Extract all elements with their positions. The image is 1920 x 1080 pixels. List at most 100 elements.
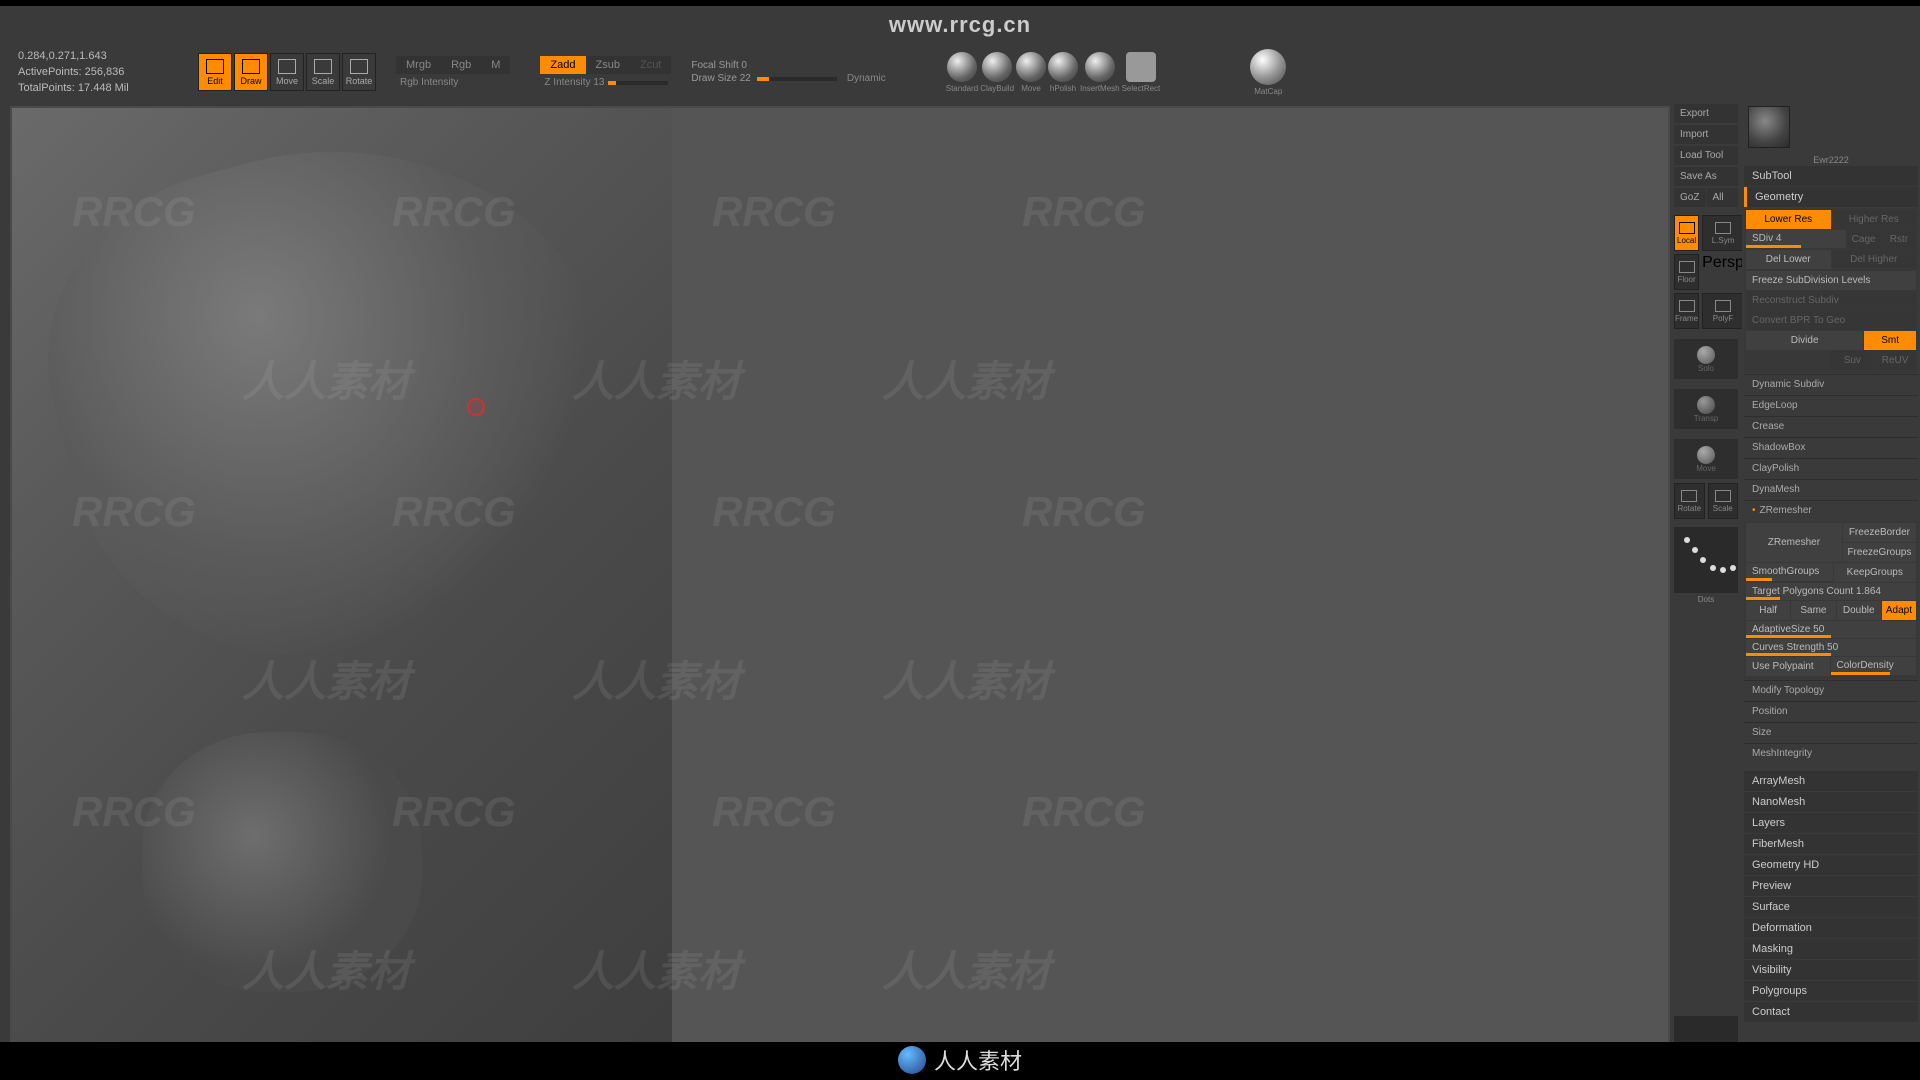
edgeloop-item[interactable]: EdgeLoop xyxy=(1744,395,1918,415)
load-tool-button[interactable]: Load Tool xyxy=(1674,146,1738,165)
size-item[interactable]: Size xyxy=(1744,722,1918,742)
viewport-canvas[interactable]: RRCG RRCG RRCG RRCG 人人素材 人人素材 人人素材 RRCG … xyxy=(10,106,1670,1074)
surface-header[interactable]: Surface xyxy=(1744,897,1918,917)
rotate-nav[interactable]: Rotate xyxy=(1674,483,1705,519)
rotate-mode-button[interactable]: Rotate xyxy=(342,53,376,91)
coords-readout: 0.284,0.271,1.643 xyxy=(18,48,188,64)
brush-claybuild[interactable] xyxy=(982,52,1012,82)
brush-selectrect[interactable] xyxy=(1126,52,1156,82)
smt-button[interactable]: Smt xyxy=(1864,331,1916,350)
move-mode-button[interactable]: Move xyxy=(270,53,304,91)
geometryhd-header[interactable]: Geometry HD xyxy=(1744,855,1918,875)
mrgb-button[interactable]: Mrgb xyxy=(396,56,441,74)
scale-nav[interactable]: Scale xyxy=(1708,483,1739,519)
geometry-header[interactable]: Geometry xyxy=(1744,187,1918,207)
deformation-header[interactable]: Deformation xyxy=(1744,918,1918,938)
adaptive-size-slider[interactable]: AdaptiveSize 50 xyxy=(1746,621,1916,638)
goz-button[interactable]: GoZ xyxy=(1674,188,1706,207)
zadd-button[interactable]: Zadd xyxy=(540,56,585,74)
convert-bpr-button[interactable]: Convert BPR To Geo xyxy=(1746,311,1916,330)
m-button[interactable]: M xyxy=(481,56,510,74)
arraymesh-header[interactable]: ArrayMesh xyxy=(1744,771,1918,791)
adapt-button[interactable]: Adapt xyxy=(1882,601,1916,620)
claypolish-item[interactable]: ClayPolish xyxy=(1744,458,1918,478)
transp-nav[interactable]: Transp xyxy=(1674,389,1738,429)
zsub-button[interactable]: Zsub xyxy=(586,56,630,74)
persp-nav[interactable]: Persp xyxy=(1702,254,1744,290)
subtool-header[interactable]: SubTool xyxy=(1744,166,1918,186)
draw-size-label: Draw Size 22 xyxy=(691,73,750,84)
cage-button[interactable]: Cage xyxy=(1847,230,1881,249)
freeze-subdiv-button[interactable]: Freeze SubDivision Levels xyxy=(1746,271,1916,290)
target-polygons-slider[interactable]: Target Polygons Count 1.864 xyxy=(1746,583,1916,600)
del-lower-button[interactable]: Del Lower xyxy=(1746,250,1831,269)
dynamic-subdiv-item[interactable]: Dynamic Subdiv xyxy=(1744,374,1918,394)
save-as-button[interactable]: Save As xyxy=(1674,167,1738,186)
nanomesh-header[interactable]: NanoMesh xyxy=(1744,792,1918,812)
brush-standard[interactable] xyxy=(947,52,977,82)
same-button[interactable]: Same xyxy=(1791,601,1835,620)
shadowbox-item[interactable]: ShadowBox xyxy=(1744,437,1918,457)
layers-header[interactable]: Layers xyxy=(1744,813,1918,833)
use-polypaint-button[interactable]: Use Polypaint xyxy=(1746,657,1830,676)
mesh-integrity-item[interactable]: MeshIntegrity xyxy=(1744,743,1918,763)
fibermesh-header[interactable]: FiberMesh xyxy=(1744,834,1918,854)
position-item[interactable]: Position xyxy=(1744,701,1918,721)
rstr-button[interactable]: Rstr xyxy=(1882,230,1916,249)
higher-res-button[interactable]: Higher Res xyxy=(1832,210,1917,229)
goz-all-button[interactable]: All xyxy=(1707,188,1739,207)
zremesher-header[interactable]: ZRemesher xyxy=(1744,500,1918,520)
divide-button[interactable]: Divide xyxy=(1746,331,1863,350)
freeze-border-button[interactable]: FreezeBorder xyxy=(1843,523,1916,542)
modify-topology-item[interactable]: Modify Topology xyxy=(1744,680,1918,700)
color-density-slider[interactable]: ColorDensity xyxy=(1831,657,1917,675)
brand-icon xyxy=(898,1046,926,1074)
matcap-button[interactable] xyxy=(1250,49,1286,85)
draw-mode-button[interactable]: Draw xyxy=(234,53,268,91)
total-points: TotalPoints: 17.448 Mil xyxy=(18,80,188,96)
z-intensity-slider[interactable] xyxy=(608,81,668,85)
stats-block: 0.284,0.271,1.643 ActivePoints: 256,836 … xyxy=(18,48,188,96)
lower-res-button[interactable]: Lower Res xyxy=(1746,210,1831,229)
masking-header[interactable]: Masking xyxy=(1744,939,1918,959)
brush-insertmesh[interactable] xyxy=(1085,52,1115,82)
polygroups-header[interactable]: Polygroups xyxy=(1744,981,1918,1001)
edit-mode-button[interactable]: Edit xyxy=(198,53,232,91)
smooth-groups-slider[interactable]: SmoothGroups xyxy=(1746,563,1833,581)
zcut-button[interactable]: Zcut xyxy=(630,56,671,74)
local-nav[interactable]: Local xyxy=(1674,215,1699,251)
focal-shift-label: Focal Shift 0 xyxy=(691,60,747,71)
solo-nav[interactable]: Solo xyxy=(1674,339,1738,379)
reconstruct-button[interactable]: Reconstruct Subdiv xyxy=(1746,291,1916,310)
keep-groups-button[interactable]: KeepGroups xyxy=(1834,563,1917,582)
dynamesh-item[interactable]: DynaMesh xyxy=(1744,479,1918,499)
floor-nav[interactable]: Floor xyxy=(1674,254,1699,290)
tool-name: Ewr2222 xyxy=(1744,155,1918,165)
brush-move[interactable] xyxy=(1016,52,1046,82)
half-button[interactable]: Half xyxy=(1746,601,1790,620)
contact-header[interactable]: Contact xyxy=(1744,1002,1918,1022)
preview-header[interactable]: Preview xyxy=(1744,876,1918,896)
frame-nav[interactable]: Frame xyxy=(1674,293,1699,329)
move-nav[interactable]: Move xyxy=(1674,439,1738,479)
export-button[interactable]: Export xyxy=(1674,104,1738,123)
quicksave-dots[interactable] xyxy=(1674,527,1738,593)
polyf-nav[interactable]: PolyF xyxy=(1702,293,1744,329)
del-higher-button[interactable]: Del Higher xyxy=(1832,250,1917,269)
rgb-button[interactable]: Rgb xyxy=(441,56,481,74)
import-button[interactable]: Import xyxy=(1674,125,1738,144)
double-button[interactable]: Double xyxy=(1837,601,1881,620)
lsym-nav[interactable]: L.Sym xyxy=(1702,215,1744,251)
scale-mode-button[interactable]: Scale xyxy=(306,53,340,91)
reuv-button[interactable]: ReUV xyxy=(1874,351,1916,370)
suv-button[interactable]: Suv xyxy=(1831,351,1873,370)
active-tool-thumb[interactable] xyxy=(1748,106,1790,148)
crease-item[interactable]: Crease xyxy=(1744,416,1918,436)
freeze-groups-button[interactable]: FreezeGroups xyxy=(1843,543,1916,562)
curves-strength-slider[interactable]: Curves Strength 50 xyxy=(1746,639,1916,656)
sdiv-slider[interactable]: SDiv 4 xyxy=(1746,230,1846,248)
zremesher-button[interactable]: ZRemesher xyxy=(1746,523,1842,562)
draw-size-slider[interactable] xyxy=(757,77,837,81)
visibility-header[interactable]: Visibility xyxy=(1744,960,1918,980)
brush-hpolish[interactable] xyxy=(1048,52,1078,82)
